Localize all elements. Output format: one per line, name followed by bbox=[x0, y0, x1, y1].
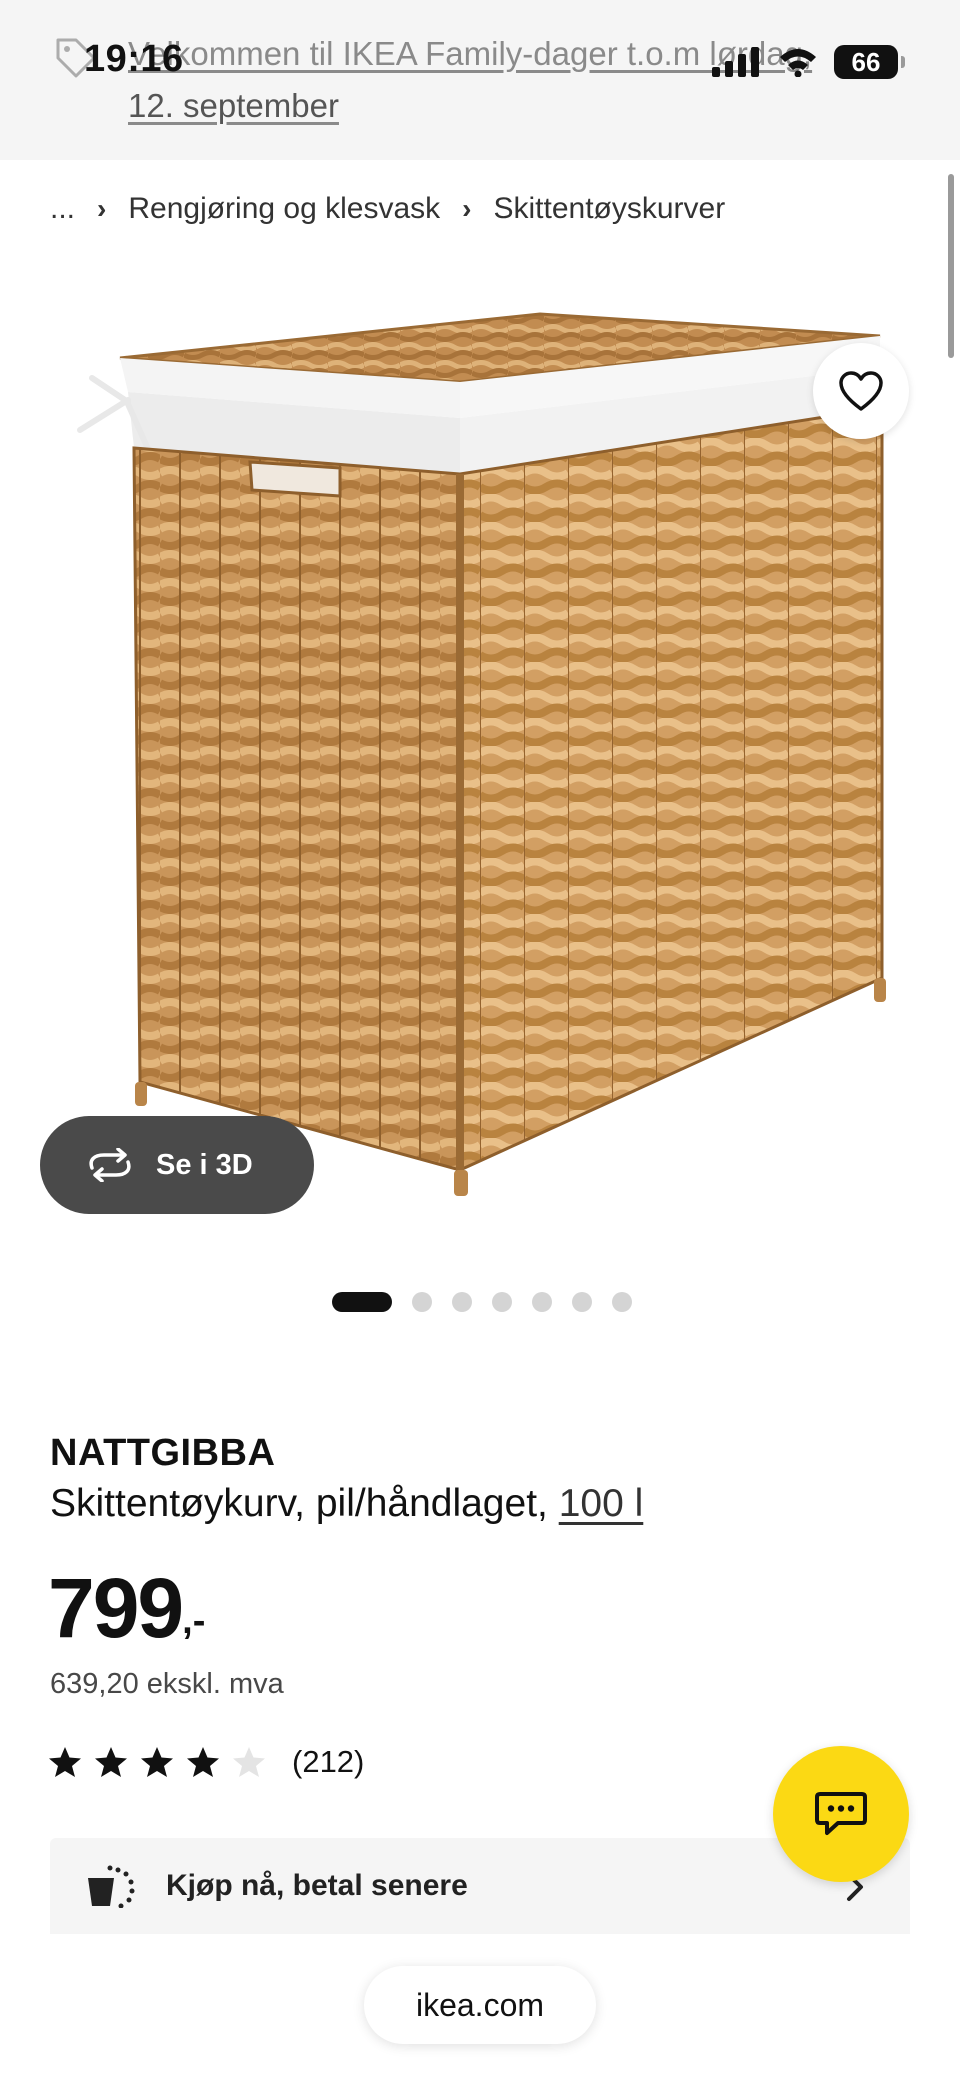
product-price: 799 ,- bbox=[48, 1560, 205, 1657]
favorite-button[interactable] bbox=[813, 343, 909, 439]
payment-bag-icon bbox=[88, 1865, 135, 1908]
star-empty-icon bbox=[233, 1747, 265, 1777]
carousel-dot[interactable] bbox=[532, 1292, 552, 1312]
carousel-dot-active[interactable] bbox=[332, 1292, 392, 1312]
wifi-icon bbox=[780, 49, 816, 77]
product-image[interactable] bbox=[40, 270, 920, 1260]
price-suffix: ,- bbox=[182, 1600, 206, 1642]
product-description: Skittentøykurv, pil/håndlaget, 100 l bbox=[50, 1482, 643, 1526]
product-size-link[interactable]: 100 l bbox=[559, 1482, 644, 1525]
status-icons: 66 bbox=[712, 44, 905, 80]
breadcrumb-ellipsis[interactable]: ... bbox=[50, 192, 75, 226]
product-page: Velkommen til IKEA Family-dager t.o.m lø… bbox=[0, 0, 960, 2078]
chevron-right-icon: › bbox=[462, 193, 472, 224]
star-filled-icon bbox=[95, 1747, 127, 1777]
star-filled-icon bbox=[187, 1747, 219, 1777]
image-carousel-dots bbox=[332, 1292, 632, 1312]
page-scrollbar[interactable] bbox=[948, 174, 954, 358]
star-filled-icon bbox=[141, 1747, 173, 1777]
carousel-dot[interactable] bbox=[492, 1292, 512, 1312]
chat-icon bbox=[815, 1792, 867, 1835]
buy-now-pay-later-row[interactable]: Kjøp nå, betal senere bbox=[50, 1838, 910, 1934]
carousel-dot[interactable] bbox=[612, 1292, 632, 1312]
carousel-dot[interactable] bbox=[452, 1292, 472, 1312]
browser-url-bar[interactable]: ikea.com bbox=[364, 1966, 596, 2044]
rotate-3d-icon bbox=[89, 1148, 131, 1182]
chevron-right-icon: › bbox=[97, 193, 107, 224]
buy-now-pay-later-label: Kjøp nå, betal senere bbox=[166, 1869, 468, 1902]
star-filled-icon bbox=[49, 1747, 81, 1777]
product-description-text: Skittentøykurv, pil/håndlaget, bbox=[50, 1482, 559, 1525]
price-excl-vat: 639,20 ekskl. mva bbox=[50, 1668, 284, 1700]
price-value: 799 bbox=[48, 1561, 184, 1655]
promo-banner-line2: 12. september bbox=[128, 87, 339, 124]
cellular-signal-icon bbox=[712, 47, 759, 77]
rating-count: (212) bbox=[292, 1744, 365, 1779]
breadcrumb: ... › Rengjøring og klesvask › Skittentø… bbox=[50, 192, 725, 226]
product-rating[interactable]: (212) bbox=[48, 1744, 364, 1780]
product-name: NATTGIBBA bbox=[50, 1432, 276, 1474]
carousel-dot[interactable] bbox=[572, 1292, 592, 1312]
breadcrumb-laundry-baskets[interactable]: Skittentøyskurver bbox=[493, 192, 725, 226]
breadcrumb-cleaning-laundry[interactable]: Rengjøring og klesvask bbox=[128, 192, 440, 226]
battery-icon: 66 bbox=[834, 45, 905, 79]
view-3d-button[interactable]: Se i 3D bbox=[40, 1116, 314, 1214]
heart-icon bbox=[839, 371, 883, 411]
carousel-dot[interactable] bbox=[412, 1292, 432, 1312]
status-time: 19:16 bbox=[84, 38, 184, 80]
view-3d-label: Se i 3D bbox=[156, 1148, 253, 1181]
chat-button[interactable] bbox=[773, 1746, 909, 1882]
